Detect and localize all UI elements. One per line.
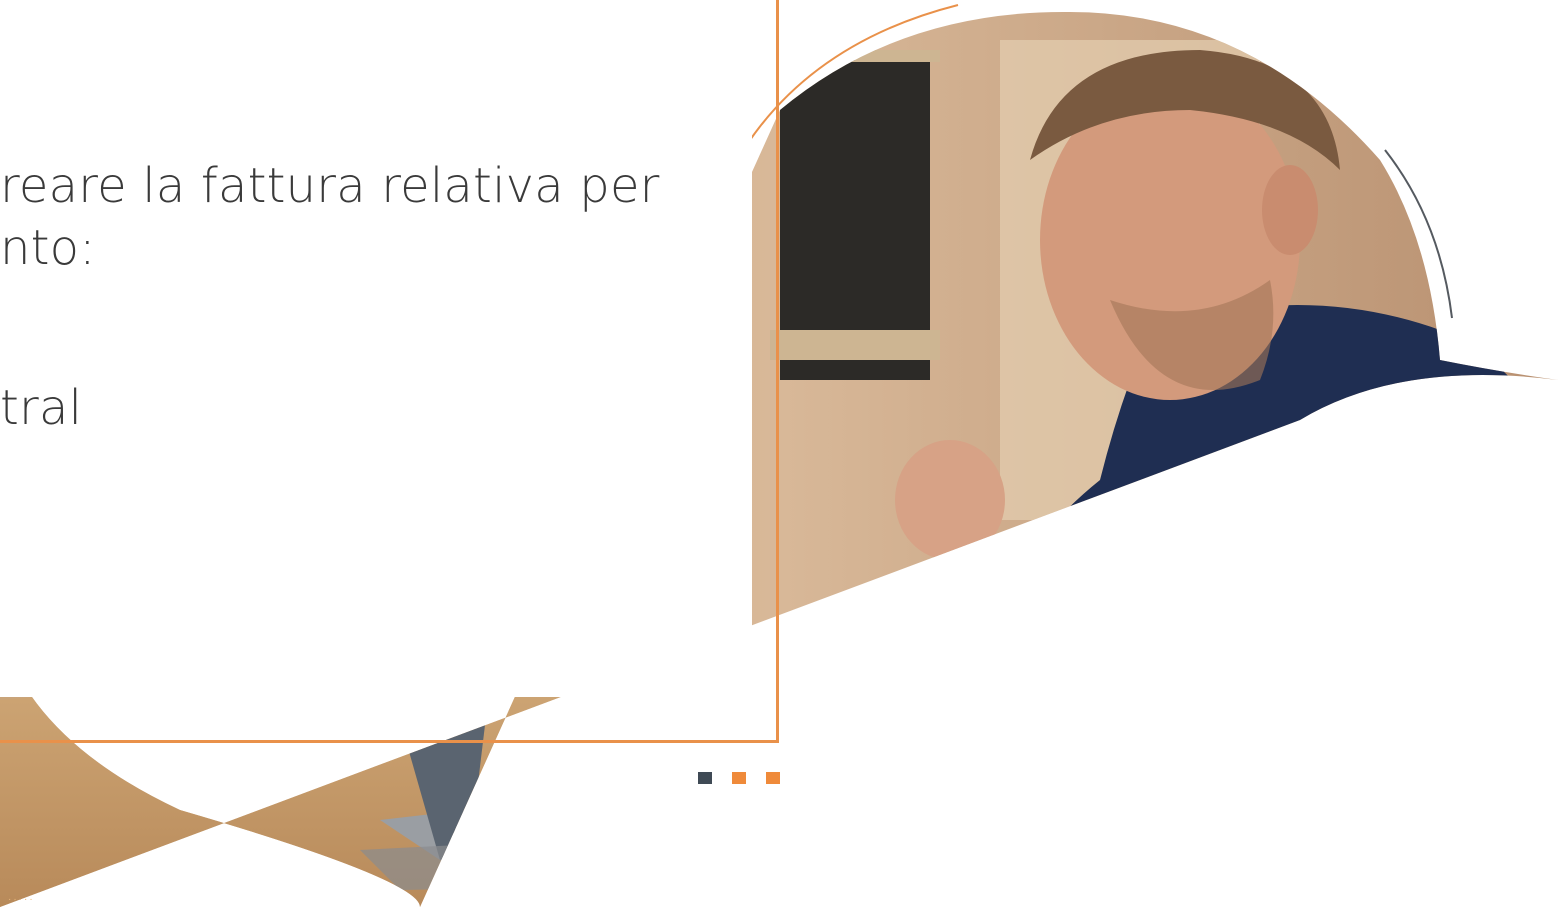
orange-frame-bottom-edge [0,740,779,743]
slide: reare la fattura relativa per nto: tral … [0,0,1558,907]
orange-frame-right-edge [776,0,779,742]
decorative-squares [698,772,780,786]
body-text-line-3: tral [0,380,83,436]
square-orange [732,772,746,784]
text-card: reare la fattura relativa per nto: tral [0,0,752,697]
decorative-dots: ····· [8,894,35,905]
square-orange [766,772,780,784]
body-text-line-2: nto: [0,220,96,276]
body-text-line-1: reare la fattura relativa per [0,158,660,214]
square-dark [698,772,712,784]
